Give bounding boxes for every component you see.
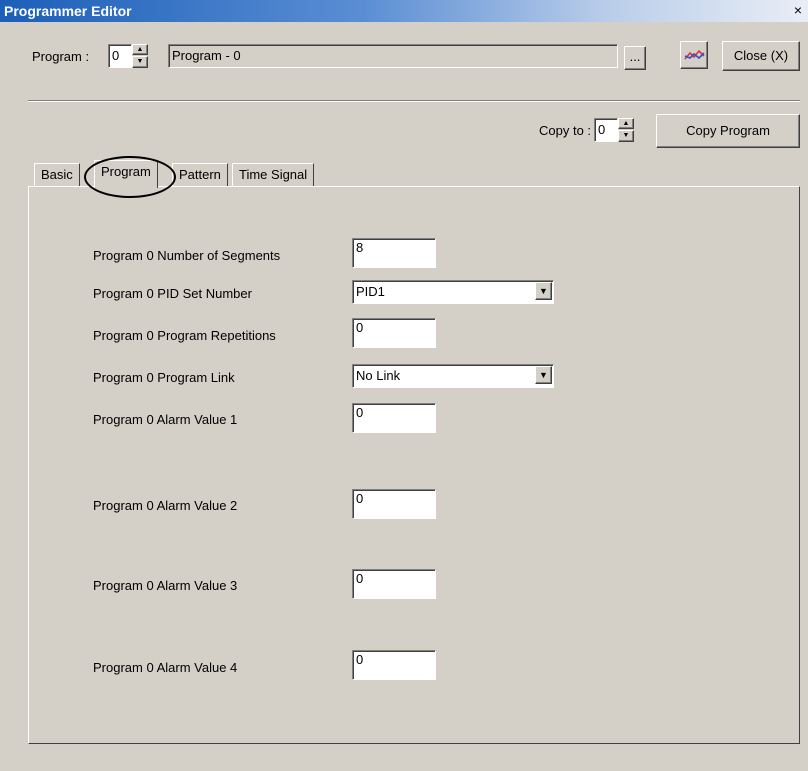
program-link-label: Program 0 Program Link [93, 370, 235, 385]
title-bar[interactable]: Programmer Editor × [0, 0, 808, 22]
program-name-field: Program - 0 [168, 44, 618, 68]
alarm-value-1-input[interactable]: 0 [352, 403, 436, 433]
repetitions-input[interactable]: 0 [352, 318, 436, 348]
alarm-value-3-input[interactable]: 0 [352, 569, 436, 599]
program-label: Program : [32, 49, 90, 64]
segments-label: Program 0 Number of Segments [93, 248, 281, 263]
trend-chart-icon[interactable] [680, 41, 708, 69]
alarm-value-2-input[interactable]: 0 [352, 489, 436, 519]
spin-down-icon[interactable]: ▼ [132, 56, 148, 68]
spin-down-icon[interactable]: ▼ [618, 130, 634, 142]
copy-to-label: Copy to : [539, 123, 592, 138]
chevron-down-icon[interactable]: ▼ [535, 366, 552, 384]
segments-input[interactable]: 8 [352, 238, 436, 268]
pid-set-select[interactable]: PID1 ▼ [352, 280, 554, 304]
chevron-down-icon[interactable]: ▼ [535, 282, 552, 300]
close-icon[interactable]: × [790, 2, 806, 18]
spin-up-icon[interactable]: ▲ [618, 118, 634, 129]
program-number-spinner[interactable]: ▲ ▼ [132, 44, 148, 68]
window-title: Programmer Editor [4, 3, 132, 19]
browse-button[interactable]: ... [624, 46, 646, 70]
program-link-value: No Link [356, 368, 401, 383]
copy-to-input[interactable]: 0 [594, 118, 618, 142]
program-number-input[interactable]: 0 [108, 44, 132, 68]
alarm-value-1-label: Program 0 Alarm Value 1 [93, 412, 238, 427]
highlight-circle [84, 156, 176, 198]
close-button[interactable]: Close (X) [722, 41, 800, 71]
program-link-select[interactable]: No Link ▼ [352, 364, 554, 388]
alarm-value-4-input[interactable]: 0 [352, 650, 436, 680]
alarm-value-3-label: Program 0 Alarm Value 3 [93, 578, 238, 593]
pid-set-value: PID1 [356, 284, 385, 299]
tab-basic[interactable]: Basic [34, 163, 80, 187]
alarm-value-2-label: Program 0 Alarm Value 2 [93, 498, 238, 513]
repetitions-label: Program 0 Program Repetitions [93, 328, 276, 343]
tab-time-signal[interactable]: Time Signal [232, 163, 315, 187]
pid-set-label: Program 0 PID Set Number [93, 286, 252, 301]
tab-pattern[interactable]: Pattern [172, 163, 228, 187]
alarm-value-4-label: Program 0 Alarm Value 4 [93, 660, 238, 675]
copy-program-button[interactable]: Copy Program [656, 114, 800, 148]
programmer-editor-window: Programmer Editor × Program : 0 ▲ ▼ Prog… [0, 0, 808, 771]
trend-chart-graphic [684, 49, 705, 60]
header-separator [28, 100, 800, 102]
spin-up-icon[interactable]: ▲ [132, 44, 148, 55]
copy-to-spinner[interactable]: ▲ ▼ [618, 118, 634, 142]
